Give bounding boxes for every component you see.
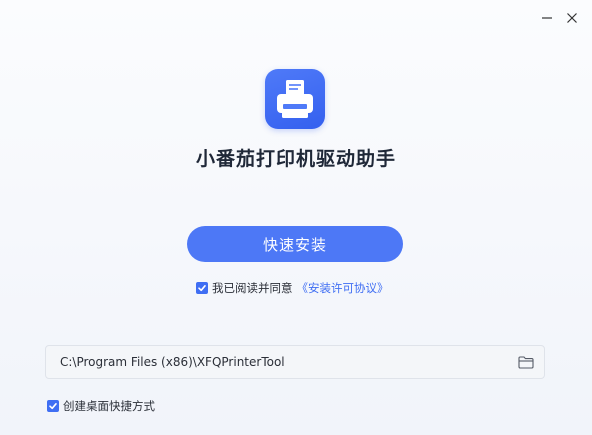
desktop-shortcut-label: 创建桌面快捷方式	[63, 399, 155, 413]
folder-icon	[518, 355, 534, 369]
agreement-row: 我已阅读并同意 《安装许可协议》	[196, 280, 389, 296]
installer-window: 小番茄打印机驱动助手 快速安装 我已阅读并同意 《安装许可协议》 C:\Prog…	[0, 0, 592, 435]
check-icon	[49, 402, 57, 410]
install-path-field[interactable]: C:\Program Files (x86)\XFQPrinterTool	[45, 345, 545, 379]
license-agreement-link[interactable]: 《安装许可协议》	[297, 280, 389, 296]
app-title: 小番茄打印机驱动助手	[195, 148, 396, 170]
desktop-shortcut-checkbox[interactable]	[47, 400, 59, 412]
app-logo	[265, 69, 325, 129]
agreement-text: 我已阅读并同意	[212, 281, 293, 295]
agreement-checkbox[interactable]	[196, 282, 208, 294]
close-button[interactable]	[562, 8, 582, 28]
minimize-icon	[542, 17, 552, 19]
browse-folder-button[interactable]	[517, 354, 535, 370]
desktop-shortcut-row: 创建桌面快捷方式	[47, 398, 155, 414]
check-icon	[198, 284, 206, 292]
install-path-value: C:\Program Files (x86)\XFQPrinterTool	[60, 355, 285, 369]
minimize-button[interactable]	[537, 8, 557, 28]
quick-install-button[interactable]: 快速安装	[187, 226, 403, 262]
printer-icon	[277, 80, 313, 118]
close-icon	[567, 13, 577, 23]
